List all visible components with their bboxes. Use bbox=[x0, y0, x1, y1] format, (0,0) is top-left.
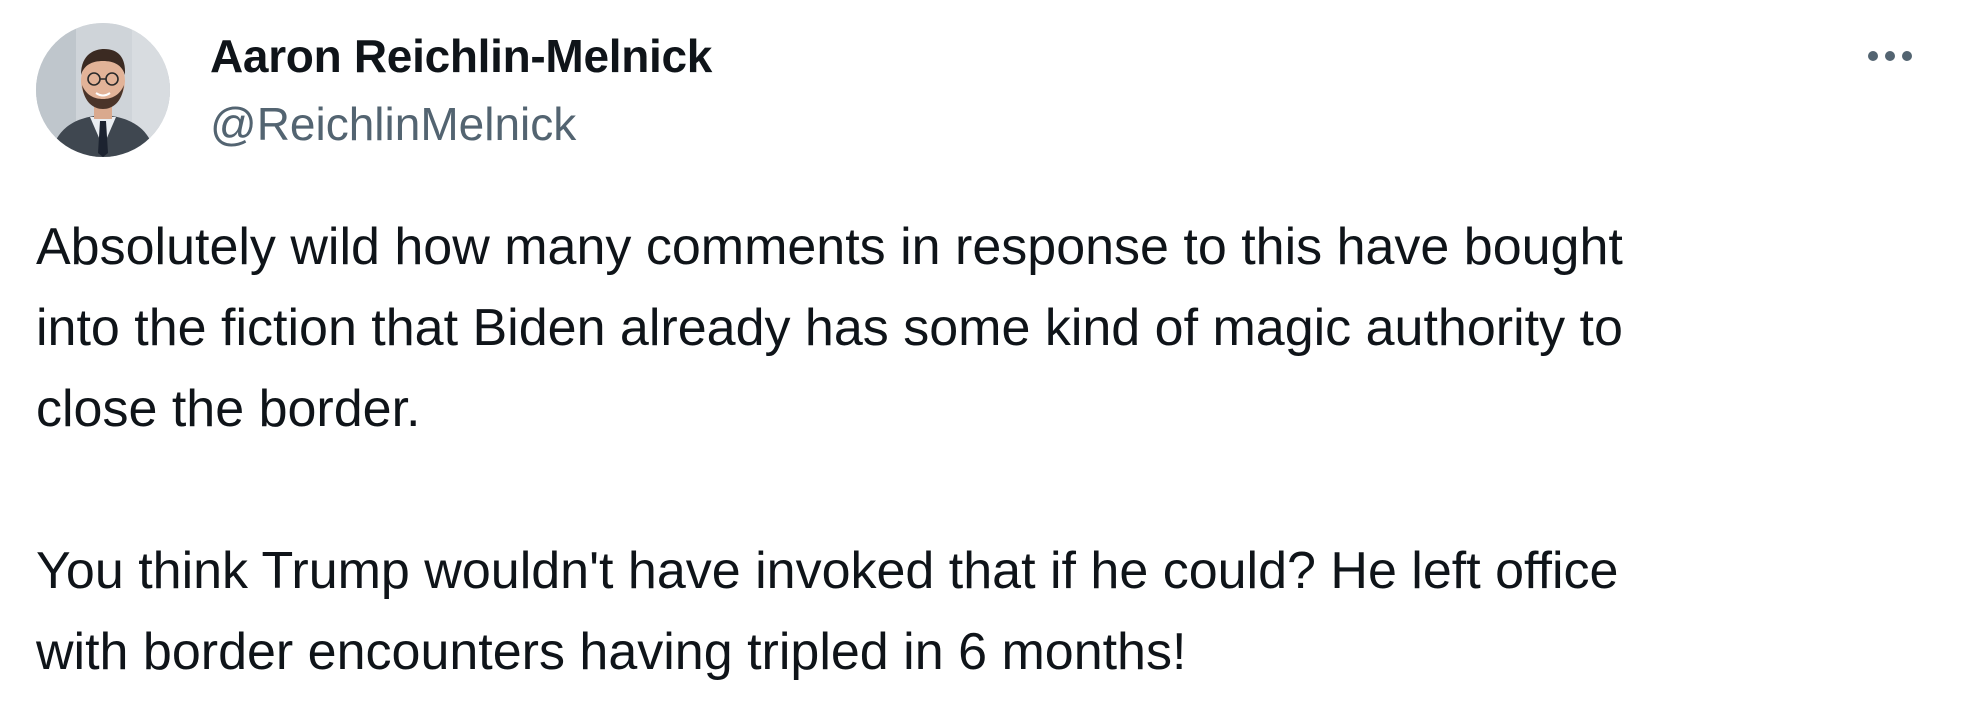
avatar[interactable] bbox=[36, 23, 170, 157]
tweet-text-line: You think Trump wouldn't have invoked th… bbox=[36, 542, 1619, 600]
more-options-button[interactable] bbox=[1860, 34, 1920, 78]
paragraph-break bbox=[36, 450, 1916, 531]
tweet-text-line: Absolutely wild how many comments in res… bbox=[36, 218, 1623, 276]
tweet-text-line: close the border. bbox=[36, 380, 421, 438]
author-display-name[interactable]: Aaron Reichlin-Melnick bbox=[210, 28, 712, 84]
tweet-text: Absolutely wild how many comments in res… bbox=[36, 207, 1916, 693]
tweet-card: Aaron Reichlin-Melnick @ReichlinMelnick … bbox=[0, 0, 1971, 715]
avatar-portrait bbox=[36, 23, 170, 157]
author-handle[interactable]: @ReichlinMelnick bbox=[210, 96, 576, 152]
more-horizontal-icon bbox=[1868, 51, 1912, 61]
tweet-text-line: into the fiction that Biden already has … bbox=[36, 299, 1623, 357]
tweet-text-line: with border encounters having tripled in… bbox=[36, 623, 1187, 681]
